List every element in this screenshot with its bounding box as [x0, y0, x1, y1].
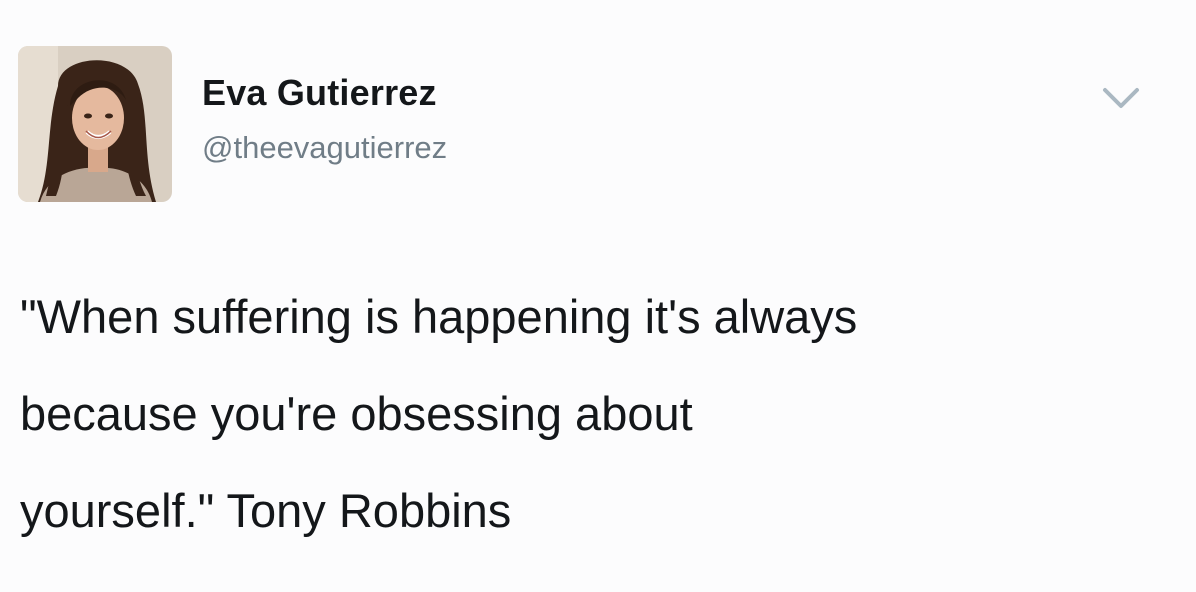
tweet-text-line: "When suffering is happening it's always — [20, 290, 858, 343]
tweet-text-line: yourself." Tony Robbins — [20, 484, 512, 537]
author-handle[interactable]: @theevagutierrez — [202, 130, 447, 166]
avatar-photo — [18, 46, 172, 202]
tweet-card: Eva Gutierrez @theevagutierrez "When suf… — [0, 0, 1196, 592]
avatar[interactable] — [18, 46, 172, 202]
chevron-down-icon — [1103, 88, 1139, 108]
tweet-menu-button[interactable] — [1099, 82, 1143, 114]
tweet-text-line: because you're obsessing about — [20, 387, 693, 440]
author-display-name[interactable]: Eva Gutierrez — [202, 72, 437, 114]
tweet-text: "When suffering is happening it's always… — [20, 268, 1160, 559]
